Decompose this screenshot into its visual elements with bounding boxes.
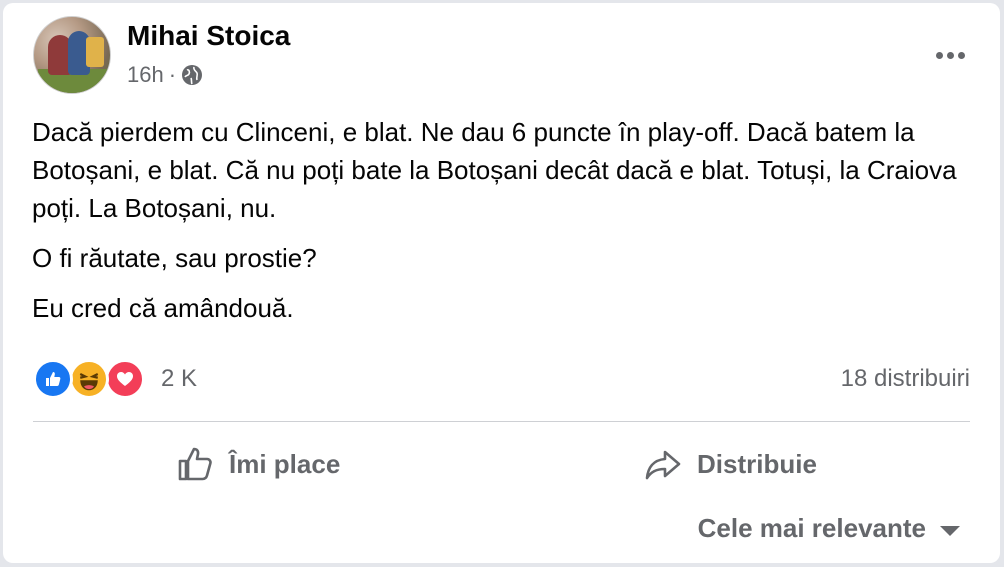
share-button-label: Distribuie bbox=[697, 448, 817, 479]
more-options-icon[interactable] bbox=[927, 40, 973, 70]
haha-reaction-icon bbox=[69, 359, 109, 399]
like-button-label: Îmi place bbox=[229, 448, 341, 479]
post-time[interactable]: 16h bbox=[127, 62, 164, 88]
thumbs-up-icon bbox=[178, 447, 212, 481]
reaction-icons[interactable] bbox=[33, 359, 149, 399]
post-card: Mihai Stoica 16h · Dacă pierdem cu Clinc… bbox=[3, 3, 1000, 563]
post-paragraph: O fi răutate, sau prostie? bbox=[32, 243, 317, 273]
comment-sort-dropdown[interactable]: Cele mai relevante bbox=[698, 513, 960, 544]
comment-sort-label: Cele mai relevante bbox=[697, 513, 926, 543]
post-paragraph: Eu cred că amândouă. bbox=[32, 293, 294, 323]
author-name[interactable]: Mihai Stoica bbox=[127, 20, 290, 52]
reactions-summary: 2 K 18 distribuiri bbox=[33, 357, 970, 401]
post-meta: 16h · bbox=[127, 62, 203, 88]
like-reaction-icon bbox=[33, 359, 73, 399]
author-avatar[interactable] bbox=[33, 16, 111, 94]
like-button[interactable]: Îmi place bbox=[175, 433, 340, 495]
meta-separator: · bbox=[168, 62, 177, 87]
share-arrow-icon bbox=[645, 450, 681, 480]
reactions-count[interactable]: 2 K bbox=[161, 365, 197, 393]
post-body: Dacă pierdem cu Clinceni, e blat. Ne dau… bbox=[32, 113, 962, 339]
post-paragraph: Dacă pierdem cu Clinceni, e blat. Ne dau… bbox=[32, 117, 957, 223]
actions-divider bbox=[33, 421, 970, 422]
post-actions: Îmi place Distribuie bbox=[33, 433, 970, 495]
globe-icon[interactable] bbox=[181, 64, 203, 86]
post-header: Mihai Stoica 16h · bbox=[33, 16, 973, 98]
share-button[interactable]: Distribuie bbox=[643, 433, 817, 495]
shares-count[interactable]: 18 distribuiri bbox=[841, 365, 970, 393]
caret-down-icon bbox=[940, 525, 960, 536]
love-reaction-icon bbox=[105, 359, 145, 399]
